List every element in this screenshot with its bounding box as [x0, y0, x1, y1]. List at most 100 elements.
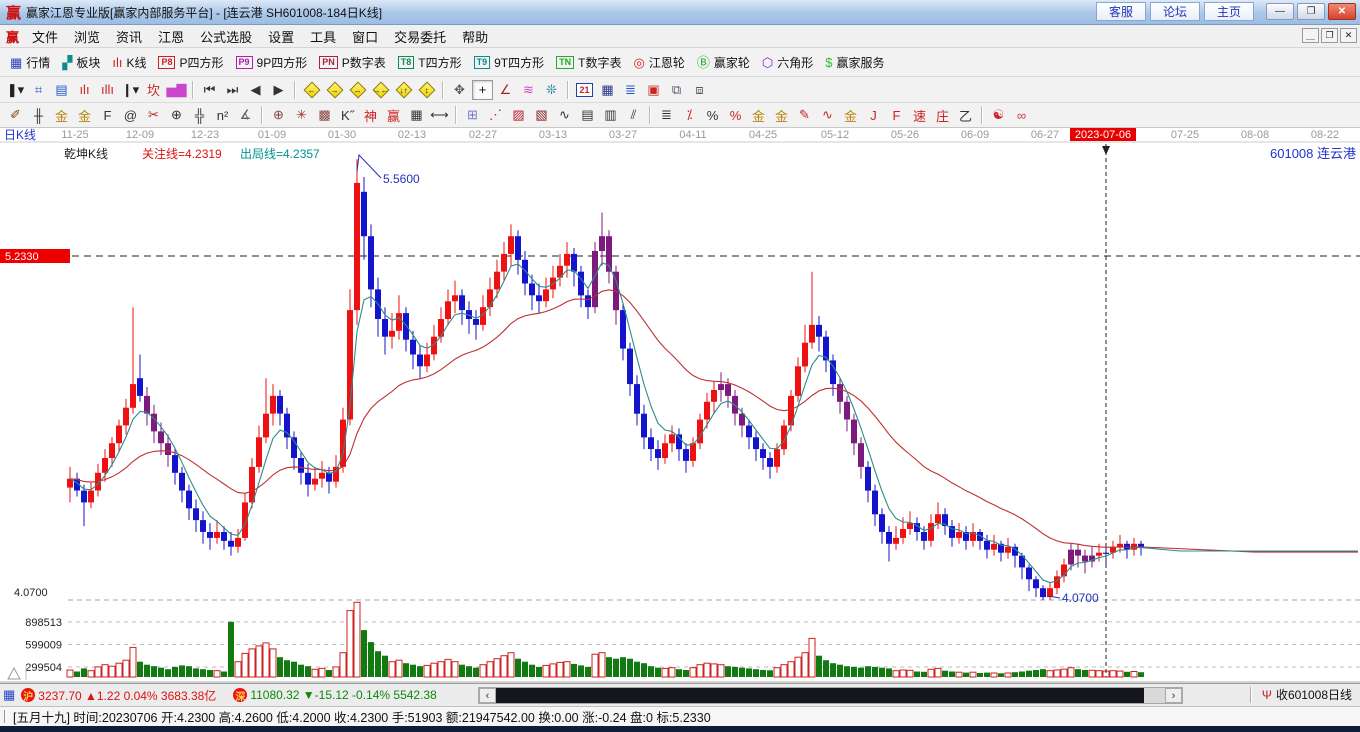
- menu-item-7[interactable]: 窗口: [344, 25, 386, 48]
- calendar-button[interactable]: 21: [574, 80, 595, 100]
- gann-grid-button[interactable]: ╫: [28, 105, 49, 125]
- menu-item-8[interactable]: 交易委托: [386, 25, 454, 48]
- crosshair-tool-button[interactable]: +: [472, 79, 493, 100]
- 9t-square-button[interactable]: T9 9T四方形: [469, 52, 550, 73]
- percent-line-button[interactable]: %: [725, 105, 746, 125]
- prev-page-button[interactable]: ◀: [245, 80, 266, 100]
- chart-scrollbar[interactable]: ‹ ›: [478, 687, 1183, 704]
- wave-tool-button[interactable]: ∿: [554, 105, 575, 125]
- sectors-button[interactable]: ▞ 板块: [57, 52, 105, 73]
- hand-tool-button[interactable]: ✥: [449, 80, 470, 100]
- kline-chart-canvas[interactable]: 11-25 12-09 12-23 01-09 01-30 02-13 02-27 03-13…: [0, 128, 1360, 683]
- kline-chart[interactable]: 11-25 12-09 12-23 01-09 01-30 02-13 02-27 03-13…: [0, 128, 1360, 683]
- color-histogram-button[interactable]: ▅▇: [166, 80, 187, 100]
- scrollbar-thumb[interactable]: [496, 688, 1144, 703]
- document-button[interactable]: ▤: [51, 80, 72, 100]
- menu-item-0[interactable]: 文件: [24, 25, 66, 48]
- angle-tool-button[interactable]: ∠: [495, 80, 516, 100]
- slope-lines-button[interactable]: ⫽: [623, 105, 644, 125]
- t-square-button[interactable]: T8 T四方形: [393, 52, 467, 73]
- gold-line-button[interactable]: 金: [771, 105, 792, 125]
- quick-button-2[interactable]: 主页: [1203, 2, 1254, 21]
- star-rays-button[interactable]: ✳: [291, 105, 312, 125]
- p-digit-table-button[interactable]: PN P数字表: [314, 52, 391, 73]
- yi-line-button[interactable]: 乙: [955, 105, 976, 125]
- export-button[interactable]: ⧉: [666, 80, 687, 100]
- box-tool-button[interactable]: ⊞: [462, 105, 483, 125]
- taichi-button[interactable]: ☯: [988, 105, 1009, 125]
- width-measure-button[interactable]: ⟷: [429, 105, 450, 125]
- quick-button-0[interactable]: 客服: [1095, 2, 1146, 21]
- knife-button[interactable]: ✐: [5, 105, 26, 125]
- scissors-button[interactable]: ✂: [143, 105, 164, 125]
- f-line-button[interactable]: F: [886, 105, 907, 125]
- brain-tool-button[interactable]: ❊: [541, 80, 562, 100]
- hexagon-button[interactable]: ⬡ 六角形: [757, 52, 818, 73]
- speed-line-button[interactable]: 速: [909, 105, 930, 125]
- spider-web-button[interactable]: ▩: [314, 105, 335, 125]
- gold-slope-button[interactable]: 金: [840, 105, 861, 125]
- menu-item-2[interactable]: 资讯: [108, 25, 150, 48]
- shift-right-button[interactable]: →: [324, 80, 345, 100]
- number-grid-button[interactable]: ▦: [406, 105, 427, 125]
- kline-style-dropdown-button[interactable]: ❚▾: [5, 80, 26, 100]
- menu-item-3[interactable]: 江恩: [150, 25, 192, 48]
- first-page-button[interactable]: ⏮: [199, 80, 220, 100]
- scroll-left-button[interactable]: ‹: [479, 688, 496, 703]
- shade-box-button[interactable]: ▨: [508, 105, 529, 125]
- j-line-button[interactable]: J: [863, 105, 884, 125]
- child-restore-button[interactable]: ❐: [1321, 28, 1338, 43]
- minimize-button[interactable]: —: [1266, 3, 1294, 20]
- menu-item-1[interactable]: 浏览: [66, 25, 108, 48]
- 9p-square-button[interactable]: P9 9P四方形: [231, 52, 313, 73]
- stats-list-button[interactable]: ≣: [656, 105, 677, 125]
- board-grid-button[interactable]: ▥: [600, 105, 621, 125]
- t-digit-table-button[interactable]: TN T数字表: [551, 52, 626, 73]
- compress-h-button[interactable]: →←: [370, 80, 391, 100]
- bars-3-button[interactable]: ılı: [74, 80, 95, 100]
- calculator-button[interactable]: ▦: [597, 80, 618, 100]
- circle-ruler-button[interactable]: ⊕: [166, 105, 187, 125]
- infinity-button[interactable]: ∞: [1011, 105, 1032, 125]
- shen-tool-button[interactable]: 神: [360, 105, 381, 125]
- child-minimize-button[interactable]: ＿: [1302, 28, 1319, 43]
- gold-grid-1-button[interactable]: 金: [51, 105, 72, 125]
- n-square-button[interactable]: n²: [212, 105, 233, 125]
- last-page-button[interactable]: ⏭: [222, 80, 243, 100]
- angle-ruler-button[interactable]: ∡: [235, 105, 256, 125]
- print-button[interactable]: ⧈: [689, 80, 710, 100]
- winner-wheel-button[interactable]: Ⓑ 赢家轮: [692, 52, 755, 73]
- gold-circle-button[interactable]: 金: [748, 105, 769, 125]
- quotes-button[interactable]: ▦ 行情: [5, 52, 55, 73]
- notes-button[interactable]: ≣: [620, 80, 641, 100]
- hatch-box-button[interactable]: ▧: [531, 105, 552, 125]
- kline-button[interactable]: ılı K线: [107, 52, 151, 73]
- gann-wheel-button[interactable]: ◎ 江恩轮: [628, 52, 689, 73]
- shift-left-button[interactable]: ←: [301, 80, 322, 100]
- fan-lines-button[interactable]: ⋰: [485, 105, 506, 125]
- close-button[interactable]: ✕: [1328, 3, 1356, 20]
- candle-dropdown-button[interactable]: ❙▾: [120, 80, 141, 100]
- grid-ruler-button[interactable]: ╬: [189, 105, 210, 125]
- f-grid-button[interactable]: F: [97, 105, 118, 125]
- seven-pct-button[interactable]: ⁒: [679, 105, 700, 125]
- save-button[interactable]: ▣: [643, 80, 664, 100]
- compress-v-button[interactable]: ↓↑: [393, 80, 414, 100]
- expand-h-button[interactable]: ↔: [347, 80, 368, 100]
- brush-button[interactable]: ✎: [794, 105, 815, 125]
- hetu-button[interactable]: 坎: [143, 80, 164, 100]
- child-close-button[interactable]: ✕: [1340, 28, 1357, 43]
- dense-grid-button[interactable]: ▤: [577, 105, 598, 125]
- menu-item-4[interactable]: 公式选股: [192, 25, 260, 48]
- gold-grid-2-button[interactable]: 金: [74, 105, 95, 125]
- scroll-right-button[interactable]: ›: [1165, 688, 1182, 703]
- bars-9-button[interactable]: ıllı: [97, 80, 118, 100]
- percent-button[interactable]: %: [702, 105, 723, 125]
- spiral-button[interactable]: @: [120, 105, 141, 125]
- gann-circle-button[interactable]: ⊕: [268, 105, 289, 125]
- expand-v-button[interactable]: ↕: [416, 80, 437, 100]
- quotes-grid-icon[interactable]: ▦: [3, 687, 15, 703]
- winner-service-button[interactable]: $ 赢家服务: [820, 52, 889, 73]
- ying-tool-button[interactable]: 赢: [383, 105, 404, 125]
- p-square-button[interactable]: P8 P四方形: [153, 52, 228, 73]
